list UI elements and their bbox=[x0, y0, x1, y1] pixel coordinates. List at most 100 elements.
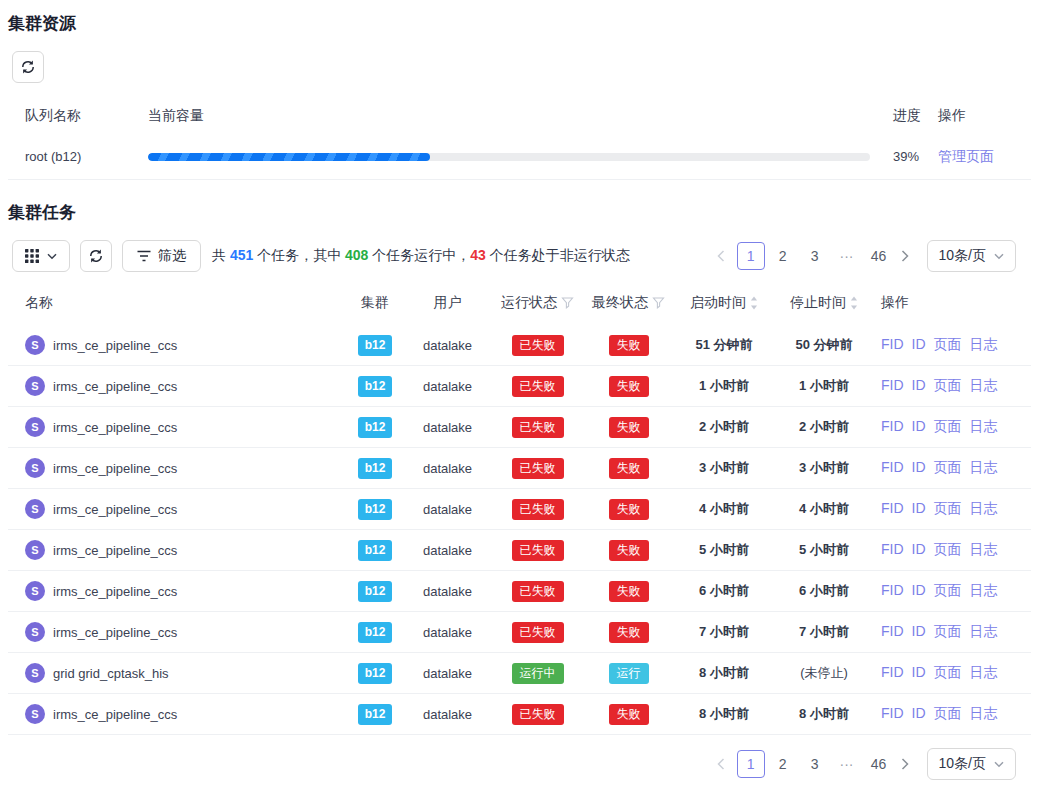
start-time: 7 小时前 bbox=[699, 623, 749, 641]
action-link[interactable]: 日志 bbox=[970, 664, 998, 682]
col-user: 用户 bbox=[405, 294, 490, 312]
action-link[interactable]: FID bbox=[881, 459, 904, 475]
action-link[interactable]: FID bbox=[881, 541, 904, 557]
final-status-badge: 失败 bbox=[609, 376, 649, 397]
final-status-badge: 失败 bbox=[609, 458, 649, 479]
task-name: irms_ce_pipeline_ccs bbox=[53, 543, 177, 558]
page-size-select[interactable]: 10条/页 bbox=[927, 240, 1016, 272]
running-count: 408 bbox=[345, 247, 368, 263]
action-link[interactable]: 日志 bbox=[970, 336, 998, 354]
action-link[interactable]: FID bbox=[881, 582, 904, 598]
action-link[interactable]: FID bbox=[881, 336, 904, 352]
task-actions: FID ID 页面日志 bbox=[872, 541, 1031, 559]
action-link[interactable]: FID bbox=[881, 664, 904, 680]
action-link[interactable]: FID bbox=[881, 705, 904, 721]
action-link[interactable]: ID bbox=[912, 623, 926, 639]
col-capacity: 当前容量 bbox=[131, 107, 876, 125]
action-link[interactable]: ID bbox=[912, 377, 926, 393]
page-size-select[interactable]: 10条/页 bbox=[927, 748, 1016, 780]
resources-table-header: 队列名称 当前容量 进度 操作 bbox=[8, 97, 1031, 134]
action-link[interactable]: ID bbox=[912, 336, 926, 352]
page-number[interactable]: 2 bbox=[769, 750, 797, 778]
action-link[interactable]: 日志 bbox=[970, 541, 998, 559]
action-link[interactable]: 日志 bbox=[970, 459, 998, 477]
cluster-tag: b12 bbox=[358, 458, 393, 479]
action-link[interactable]: 页面 bbox=[934, 336, 962, 354]
action-link[interactable]: ID bbox=[912, 541, 926, 557]
action-link[interactable]: FID bbox=[881, 377, 904, 393]
action-link[interactable]: ID bbox=[912, 500, 926, 516]
task-row: S grid grid_cptask_his b12 datalake 运行中 … bbox=[8, 653, 1031, 694]
manage-page-link[interactable]: 管理页面 bbox=[938, 148, 994, 164]
page-number[interactable]: 1 bbox=[737, 242, 765, 270]
action-link[interactable]: 日志 bbox=[970, 623, 998, 641]
task-name-cell: S irms_ce_pipeline_ccs bbox=[8, 499, 345, 519]
chevron-down-icon bbox=[994, 761, 1004, 768]
action-link[interactable]: 页面 bbox=[934, 623, 962, 641]
chevron-down-icon bbox=[994, 253, 1004, 260]
run-status-badge: 已失败 bbox=[512, 704, 564, 725]
action-link[interactable]: FID bbox=[881, 418, 904, 434]
prev-page-icon[interactable] bbox=[709, 750, 733, 778]
prev-page-icon[interactable] bbox=[709, 242, 733, 270]
filter-funnel-icon[interactable] bbox=[652, 297, 665, 309]
page-number[interactable]: 3 bbox=[801, 750, 829, 778]
next-page-icon[interactable] bbox=[893, 750, 917, 778]
action-link[interactable]: 页面 bbox=[934, 377, 962, 395]
cluster-tag: b12 bbox=[358, 417, 393, 438]
page-number[interactable]: 2 bbox=[769, 242, 797, 270]
page-number[interactable]: 3 bbox=[801, 242, 829, 270]
filter-lines-icon bbox=[137, 250, 151, 262]
column-settings-button[interactable] bbox=[12, 240, 70, 272]
chevron-down-icon bbox=[47, 253, 57, 260]
sort-icon[interactable] bbox=[850, 296, 858, 310]
task-row: S irms_ce_pipeline_ccs b12 datalake 已失败 … bbox=[8, 407, 1031, 448]
col-progress: 进度 bbox=[876, 107, 921, 125]
task-user: datalake bbox=[423, 420, 472, 435]
page-size-label: 10条/页 bbox=[939, 247, 986, 265]
action-link[interactable]: 页面 bbox=[934, 582, 962, 600]
action-link[interactable]: ID bbox=[912, 664, 926, 680]
action-link[interactable]: 页面 bbox=[934, 418, 962, 436]
filter-funnel-icon[interactable] bbox=[561, 297, 574, 309]
action-link[interactable]: 日志 bbox=[970, 582, 998, 600]
action-link[interactable]: ID bbox=[912, 418, 926, 434]
next-page-icon[interactable] bbox=[893, 242, 917, 270]
action-link[interactable]: 页面 bbox=[934, 705, 962, 723]
action-link[interactable]: 日志 bbox=[970, 377, 998, 395]
sort-icon[interactable] bbox=[750, 296, 758, 310]
col-run-status: 运行状态 bbox=[490, 294, 585, 312]
final-status-badge: 失败 bbox=[609, 335, 649, 356]
task-user: datalake bbox=[423, 338, 472, 353]
stop-time: 2 小时前 bbox=[799, 418, 849, 436]
action-link[interactable]: FID bbox=[881, 500, 904, 516]
tasks-toolbar: 筛选 共 451 个任务，其中 408 个任务运行中，43 个任务处于非运行状态… bbox=[12, 240, 1031, 272]
filter-button[interactable]: 筛选 bbox=[122, 240, 201, 272]
action-link[interactable]: FID bbox=[881, 623, 904, 639]
task-type-avatar: S bbox=[25, 335, 45, 355]
action-link[interactable]: 日志 bbox=[970, 705, 998, 723]
refresh-icon bbox=[20, 59, 36, 75]
queue-name: root (b12) bbox=[8, 149, 131, 164]
action-link[interactable]: 页面 bbox=[934, 541, 962, 559]
action-link[interactable]: 日志 bbox=[970, 500, 998, 518]
resources-refresh-button[interactable] bbox=[12, 51, 44, 83]
action-link[interactable]: 页面 bbox=[934, 664, 962, 682]
action-link[interactable]: ID bbox=[912, 705, 926, 721]
action-link[interactable]: 页面 bbox=[934, 500, 962, 518]
run-status-badge: 已失败 bbox=[512, 417, 564, 438]
page-number[interactable]: 46 bbox=[865, 242, 893, 270]
stop-time: 7 小时前 bbox=[799, 623, 849, 641]
action-link[interactable]: 日志 bbox=[970, 418, 998, 436]
action-link[interactable]: ID bbox=[912, 459, 926, 475]
col-actions: 操作 bbox=[872, 294, 1031, 312]
task-row: S irms_ce_pipeline_ccs b12 datalake 已失败 … bbox=[8, 448, 1031, 489]
page-number[interactable]: 1 bbox=[737, 750, 765, 778]
capacity-cell bbox=[131, 153, 876, 161]
action-link[interactable]: ID bbox=[912, 582, 926, 598]
tasks-refresh-button[interactable] bbox=[80, 240, 112, 272]
action-link[interactable]: 页面 bbox=[934, 459, 962, 477]
task-type-avatar: S bbox=[25, 581, 45, 601]
pagination: 123···46 10条/页 bbox=[709, 748, 1031, 780]
page-number[interactable]: 46 bbox=[865, 750, 893, 778]
